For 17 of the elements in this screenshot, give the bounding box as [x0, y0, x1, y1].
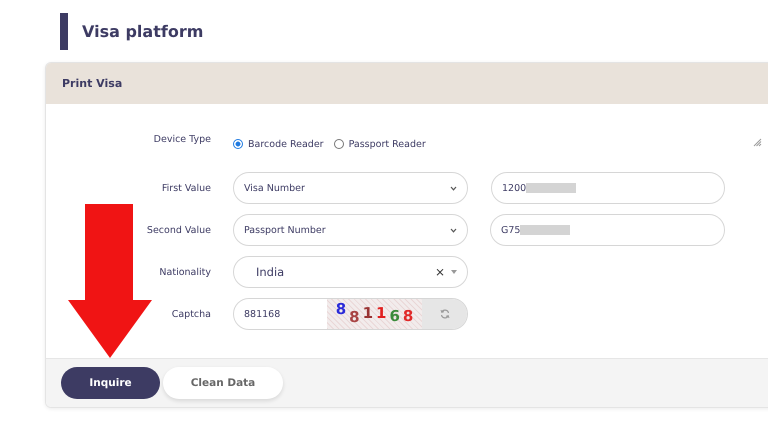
field-label: Second Value	[146, 224, 211, 236]
field-label: Captcha	[170, 308, 211, 320]
input-field[interactable]: 1200	[491, 172, 725, 204]
radio-option[interactable]: Passport Reader	[334, 138, 426, 150]
radio-option[interactable]: Barcode Reader	[233, 138, 324, 150]
field-label: Device Type	[152, 134, 211, 147]
inquire-button[interactable]: Inquire	[61, 367, 160, 399]
clear-button[interactable]: Clean Data	[163, 367, 283, 399]
select-field[interactable]: Visa Number	[233, 172, 468, 204]
page-title: Visa platform	[82, 22, 204, 40]
card-title: Print Visa	[62, 77, 122, 90]
clear-icon[interactable]: ×	[434, 265, 445, 279]
input-field[interactable]: G75	[490, 214, 725, 246]
field-label: Nationality	[158, 266, 211, 278]
select-field[interactable]: Passport Number	[233, 214, 468, 246]
field-label: First Value	[160, 182, 211, 194]
select-field[interactable]: India ×	[233, 256, 468, 288]
